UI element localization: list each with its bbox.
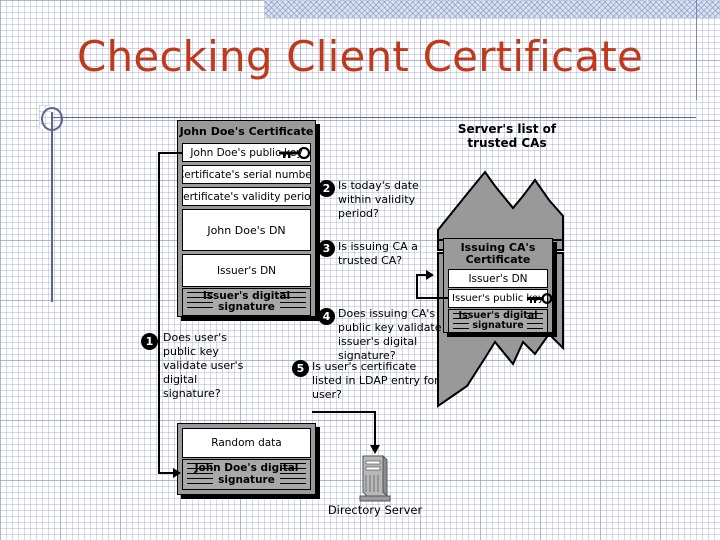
client-cert-row-serial-number[interactable]: Certificate's serial number [182,165,311,184]
step4-connector [416,297,448,299]
step3-connector-vertical [416,274,418,299]
ca-certificate-heading-line2: Certificate [465,252,531,266]
step-bullet-2[interactable]: 2 [318,180,335,197]
ca-cert-issuer-signature-label: Issuer's digital signature [458,309,538,331]
step1-connector-vertical [158,152,160,474]
step-bullet-4[interactable]: 4 [318,308,335,325]
trusted-ca-list-label-line2: trusted CAs [467,136,547,151]
step-bullet-5-number: 5 [296,362,305,375]
trusted-ca-list-label-line1: Server's list of [457,122,557,136]
ca-cert-row-issuer-dn-label: Issuer's DN [468,272,528,285]
step-text-1: Does user's public key validate user's d… [163,331,244,401]
user-digital-signature-row[interactable]: John Doe's digital signature [182,459,311,490]
client-cert-row-issuer-dn-label: Issuer's DN [216,264,277,277]
client-cert-row-validity-period-label: Certificate's validity period [182,190,311,203]
step-text-3: Is issuing CA a trusted CA? [338,240,418,268]
step-bullet-3-number: 3 [322,242,331,255]
step-bullet-1[interactable]: 1 [141,333,158,350]
client-certificate-heading: John Doe's Certificate [179,125,314,138]
step-bullet-1-number: 1 [145,335,154,348]
client-cert-issuer-signature[interactable]: Issuer's digital signature [182,288,311,316]
step5-connector-vertical [374,411,376,447]
ca-cert-issuer-signature[interactable]: Issuer's digital signature [448,309,548,333]
certificate-check-diagram: John Doe's Certificate John Doe's public… [0,0,720,540]
random-data-row[interactable]: Random data [182,428,311,458]
step-text-4: Does issuing CA's public key validate is… [338,307,442,363]
server-tower-icon[interactable] [357,452,393,504]
ca-cert-row-issuer-dn[interactable]: Issuer's DN [448,269,548,288]
client-cert-row-subject-dn[interactable]: John Doe's DN [182,209,311,251]
step-bullet-4-number: 4 [322,310,331,323]
client-cert-row-subject-dn-label: John Doe's DN [207,223,286,237]
client-cert-row-serial-number-label: Certificate's serial number [182,168,311,181]
directory-server-label: Directory Server [327,503,423,517]
client-cert-issuer-signature-label: Issuer's digital signature [202,289,291,313]
step3-arrowhead [426,270,434,280]
step-text-2: Is today's date within validity period? [338,179,419,221]
step1-connector-top [158,152,182,154]
client-cert-row-validity-period[interactable]: Certificate's validity period [182,187,311,206]
key-icon [527,293,553,304]
trusted-ca-list-label: Server's list of trusted CAs [432,122,582,150]
client-cert-row-issuer-dn[interactable]: Issuer's DN [182,254,311,287]
step-text-5: Is user's certificate listed in LDAP ent… [312,360,439,402]
step-bullet-2-number: 2 [322,182,331,195]
step-bullet-5[interactable]: 5 [292,360,309,377]
random-data-label: Random data [211,437,282,449]
user-digital-signature-label: John Doe's digital signature [194,462,299,486]
step5-connector-horizontal [312,411,376,413]
ca-certificate-heading-line1: Issuing CA's [460,241,536,254]
step1-arrowhead [173,468,181,478]
key-icon [279,147,311,159]
ca-certificate-heading: Issuing CA's Certificate [444,242,552,265]
step-bullet-3[interactable]: 3 [318,240,335,257]
